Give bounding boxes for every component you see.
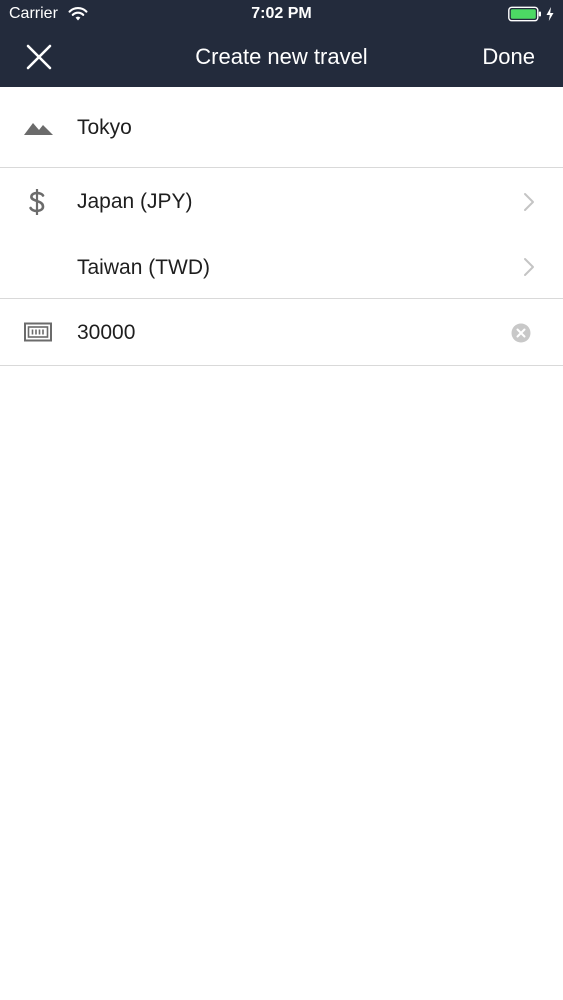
currency-row-twd[interactable]: Taiwan (TWD) — [0, 234, 563, 298]
dollar-icon — [29, 189, 45, 215]
clear-icon[interactable] — [511, 323, 531, 343]
battery-icon — [508, 6, 541, 22]
chevron-right-icon — [524, 193, 534, 211]
destination-row[interactable]: Tokyo — [0, 88, 563, 168]
status-time: 7:02 PM — [251, 5, 312, 22]
charging-bolt-icon — [546, 7, 554, 21]
currency-label: Japan (JPY) — [77, 190, 193, 213]
mountain-icon — [24, 123, 53, 135]
done-button[interactable]: Done — [482, 44, 535, 70]
currency-row-jpy[interactable]: Japan (JPY) — [0, 168, 563, 234]
budget-input[interactable] — [77, 318, 477, 348]
navigation-header: Carrier 7:02 PM Create new travel Done — [0, 0, 563, 87]
destination-name: Tokyo — [77, 116, 132, 139]
chevron-right-icon — [524, 258, 534, 276]
currency-label: Taiwan (TWD) — [77, 256, 211, 279]
status-bar: Carrier 7:02 PM — [0, 0, 563, 30]
page-title: Create new travel — [195, 44, 368, 69]
divider — [0, 365, 563, 366]
money-icon — [24, 322, 52, 342]
